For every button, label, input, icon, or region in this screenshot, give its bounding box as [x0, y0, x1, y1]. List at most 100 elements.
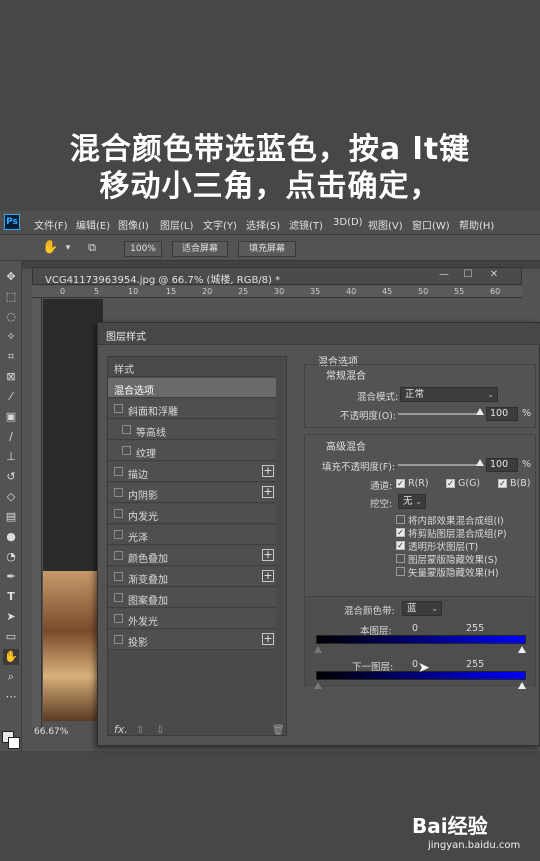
- more-tools-icon[interactable]: ⋯: [3, 689, 19, 705]
- knockout-select[interactable]: 无 ⌄: [398, 494, 426, 509]
- color-overlay-checkbox[interactable]: [114, 551, 123, 560]
- zoom-tool-icon[interactable]: ⌕: [3, 669, 19, 685]
- opacity-input[interactable]: 100: [486, 407, 518, 421]
- inner-shadow-checkbox[interactable]: [114, 488, 123, 497]
- add-drop-shadow-icon[interactable]: +: [262, 633, 274, 645]
- underlying-layer-white-slider[interactable]: [518, 682, 526, 689]
- move-up-icon[interactable]: ⇧: [136, 725, 144, 736]
- marquee-tool-icon[interactable]: ⬚: [3, 289, 19, 305]
- background-color-swatch[interactable]: [8, 737, 20, 749]
- menu-help[interactable]: 帮助(H): [459, 217, 494, 232]
- fill-opacity-slider-thumb[interactable]: [476, 459, 484, 466]
- fill-screen-button[interactable]: 填充屏幕: [238, 241, 296, 257]
- styles-header[interactable]: 样式: [108, 357, 276, 377]
- dodge-tool-icon[interactable]: ◔: [3, 549, 19, 565]
- history-brush-tool-icon[interactable]: ↺: [3, 469, 19, 485]
- texture-item[interactable]: 纹理: [108, 441, 276, 461]
- contour-item[interactable]: 等高线: [108, 420, 276, 440]
- hand-tool-icon[interactable]: ✋: [3, 649, 19, 665]
- stroke-checkbox[interactable]: [114, 467, 123, 476]
- scroll-all-windows-icon[interactable]: ⧉: [84, 240, 100, 256]
- blending-options-item[interactable]: 混合选项: [108, 378, 276, 398]
- pen-tool-icon[interactable]: ✒: [3, 569, 19, 585]
- blend-clipped-layers-checkbox[interactable]: ✓: [396, 528, 405, 537]
- opacity-slider[interactable]: [398, 413, 482, 415]
- menu-view[interactable]: 视图(V): [368, 217, 403, 232]
- magic-wand-tool-icon[interactable]: ✧: [3, 329, 19, 345]
- underlying-layer-black-slider[interactable]: [314, 682, 322, 689]
- menu-type[interactable]: 文字(Y): [203, 217, 237, 232]
- add-stroke-icon[interactable]: +: [262, 465, 274, 477]
- clone-stamp-tool-icon[interactable]: ⊥: [3, 449, 19, 465]
- add-color-overlay-icon[interactable]: +: [262, 549, 274, 561]
- close-icon[interactable]: ✕: [485, 269, 503, 283]
- gradient-tool-icon[interactable]: ▤: [3, 509, 19, 525]
- fx-icon[interactable]: fx.: [114, 723, 128, 736]
- transparency-shapes-checkbox[interactable]: ✓: [396, 541, 405, 550]
- rectangle-tool-icon[interactable]: ▭: [3, 629, 19, 645]
- dropdown-arrow-icon[interactable]: ▾: [60, 240, 76, 256]
- drop-shadow-item[interactable]: 投影 +: [108, 630, 276, 650]
- brush-tool-icon[interactable]: ∕: [3, 429, 19, 445]
- pattern-overlay-item[interactable]: 图案叠加: [108, 588, 276, 608]
- gradient-overlay-checkbox[interactable]: [114, 572, 123, 581]
- fit-screen-button[interactable]: 适合屏幕: [172, 241, 228, 257]
- maximize-icon[interactable]: ☐: [459, 269, 477, 283]
- layer-mask-hides-checkbox[interactable]: [396, 554, 405, 563]
- menu-3d[interactable]: 3D(D): [333, 217, 363, 228]
- this-layer-black-slider[interactable]: [314, 646, 322, 653]
- menu-image[interactable]: 图像(I): [118, 217, 149, 232]
- menu-window[interactable]: 窗口(W): [412, 217, 450, 232]
- menu-layer[interactable]: 图层(L): [160, 217, 193, 232]
- blend-if-select[interactable]: 蓝 ⌄: [402, 601, 442, 616]
- opacity-slider-thumb[interactable]: [476, 408, 484, 415]
- eyedropper-tool-icon[interactable]: ⁄: [3, 389, 19, 405]
- channel-b-checkbox[interactable]: ✓: [498, 479, 507, 488]
- healing-brush-tool-icon[interactable]: ▣: [3, 409, 19, 425]
- outer-glow-checkbox[interactable]: [114, 614, 123, 623]
- zoom-100-button[interactable]: 100%: [124, 241, 162, 257]
- hand-tool-option-icon[interactable]: ✋: [42, 240, 58, 256]
- menu-filter[interactable]: 滤镜(T): [289, 217, 323, 232]
- crop-tool-icon[interactable]: ⌗: [3, 349, 19, 365]
- add-gradient-overlay-icon[interactable]: +: [262, 570, 274, 582]
- path-selection-tool-icon[interactable]: ➤: [3, 609, 19, 625]
- menu-edit[interactable]: 编辑(E): [76, 217, 110, 232]
- outer-glow-item[interactable]: 外发光: [108, 609, 276, 629]
- add-inner-shadow-icon[interactable]: +: [262, 486, 274, 498]
- blend-mode-select[interactable]: 正常 ⌄: [400, 387, 498, 402]
- gradient-overlay-item[interactable]: 渐变叠加 +: [108, 567, 276, 587]
- blend-if-label: 混合颜色带:: [344, 606, 395, 617]
- inner-glow-item[interactable]: 内发光: [108, 504, 276, 524]
- vector-mask-hides-checkbox[interactable]: [396, 567, 405, 576]
- bevel-emboss-checkbox[interactable]: [114, 404, 123, 413]
- this-layer-white-slider[interactable]: [518, 646, 526, 653]
- type-tool-icon[interactable]: T: [3, 589, 19, 605]
- blend-interior-effects-checkbox[interactable]: [396, 515, 405, 524]
- stroke-item[interactable]: 描边 +: [108, 462, 276, 482]
- satin-checkbox[interactable]: [114, 530, 123, 539]
- inner-shadow-item[interactable]: 内阴影 +: [108, 483, 276, 503]
- menu-file[interactable]: 文件(F): [34, 217, 68, 232]
- frame-tool-icon[interactable]: ⊠: [3, 369, 19, 385]
- channel-r-checkbox[interactable]: ✓: [396, 479, 405, 488]
- move-tool-icon[interactable]: ✥: [3, 269, 19, 285]
- eraser-tool-icon[interactable]: ◇: [3, 489, 19, 505]
- channel-g-checkbox[interactable]: ✓: [446, 479, 455, 488]
- move-down-icon[interactable]: ⇩: [156, 725, 164, 736]
- trash-icon[interactable]: 🗑: [272, 725, 285, 736]
- drop-shadow-checkbox[interactable]: [114, 635, 123, 644]
- lasso-tool-icon[interactable]: ◌: [3, 309, 19, 325]
- menu-select[interactable]: 选择(S): [246, 217, 280, 232]
- contour-checkbox[interactable]: [122, 425, 131, 434]
- minimize-icon[interactable]: —: [435, 269, 453, 283]
- inner-glow-checkbox[interactable]: [114, 509, 123, 518]
- satin-item[interactable]: 光泽: [108, 525, 276, 545]
- color-overlay-item[interactable]: 颜色叠加 +: [108, 546, 276, 566]
- fill-opacity-slider[interactable]: [398, 464, 482, 466]
- blur-tool-icon[interactable]: ●: [3, 529, 19, 545]
- texture-checkbox[interactable]: [122, 446, 131, 455]
- bevel-emboss-item[interactable]: 斜面和浮雕: [108, 399, 276, 419]
- pattern-overlay-checkbox[interactable]: [114, 593, 123, 602]
- fill-opacity-input[interactable]: 100: [486, 458, 518, 472]
